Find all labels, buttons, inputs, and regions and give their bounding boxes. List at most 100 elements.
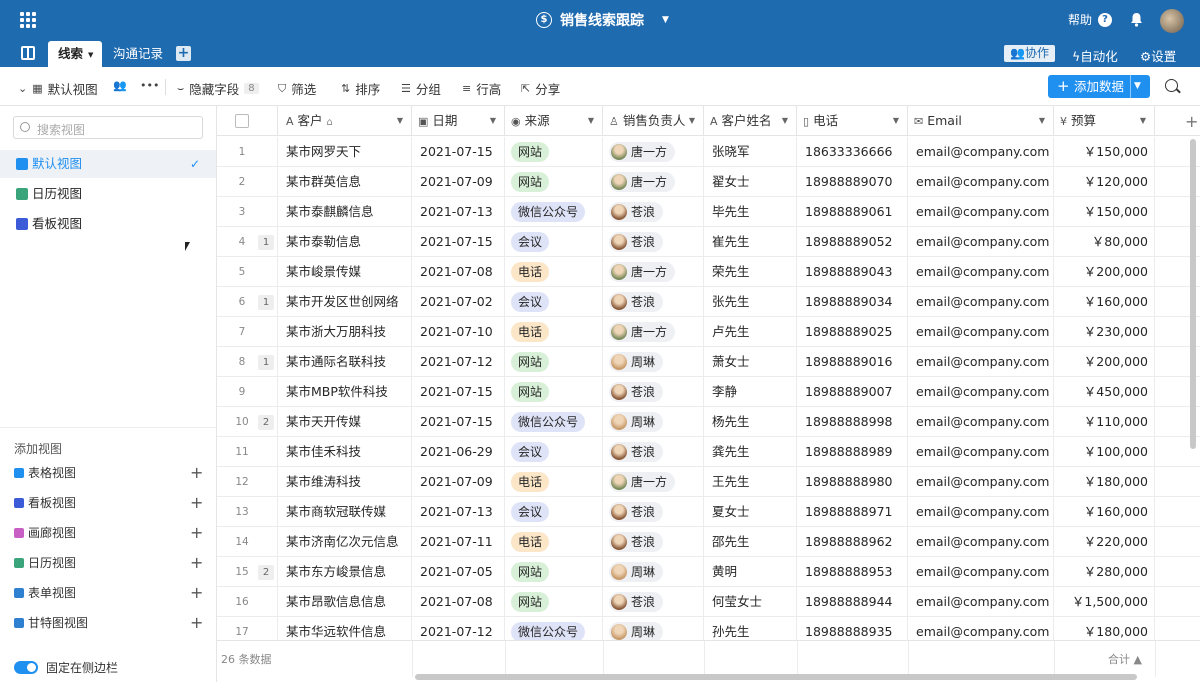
cell-customer[interactable]: 某市天开传媒	[278, 407, 412, 437]
cell-phone[interactable]: 18988888971	[797, 497, 908, 527]
cell-owner[interactable]: 唐一方	[603, 137, 704, 167]
chevron-down-icon[interactable]: ▼	[1039, 106, 1045, 136]
chevron-down-icon[interactable]: ▼	[490, 106, 496, 136]
add-tab-button[interactable]: +	[176, 46, 191, 61]
cell-customer[interactable]: 某市浙大万朋科技	[278, 317, 412, 347]
add-column-icon[interactable]: +	[1185, 112, 1198, 131]
view-search-input[interactable]: 搜索视图	[13, 116, 203, 139]
table-row[interactable]: 12 某市维涛科技 2021-07-09 电话 唐一方 王先生 18988888980 ema…	[217, 467, 1200, 497]
table-row[interactable]: 1 某市网罗天下 2021-07-15 网站 唐一方 张晓军 18633336666 emai…	[217, 137, 1200, 167]
sidebar-view-item[interactable]: 看板视图	[0, 210, 216, 238]
add-view-item[interactable]: 表单视图 +	[0, 581, 216, 605]
cell-name[interactable]: 何莹女士	[704, 587, 797, 617]
table-row[interactable]: 11 某市佳禾科技 2021-06-29 会议 苍浪 龚先生 18988888989 emai…	[217, 437, 1200, 467]
cell-source[interactable]: 会议	[505, 497, 603, 527]
cell-email[interactable]: email@company.com	[908, 527, 1054, 557]
comment-count-badge[interactable]: 1	[258, 235, 274, 250]
vertical-scrollbar[interactable]	[1190, 139, 1196, 449]
tab-communication[interactable]: 沟通记录	[113, 41, 163, 67]
filter-button[interactable]: ⛉ 筛选	[278, 79, 316, 98]
plus-icon[interactable]: +	[190, 611, 203, 635]
cell-date[interactable]: 2021-07-05	[412, 557, 505, 587]
cell-email[interactable]: email@company.com	[908, 437, 1054, 467]
table-row[interactable]: 16 某市昂歌信息信息 2021-07-08 网站 苍浪 何莹女士 18988888944 e…	[217, 587, 1200, 617]
cell-owner[interactable]: 唐一方	[603, 257, 704, 287]
cell-email[interactable]: email@company.com	[908, 377, 1054, 407]
cell-name[interactable]: 黄明	[704, 557, 797, 587]
add-view-item[interactable]: 甘特图视图 +	[0, 611, 216, 635]
cell-source[interactable]: 电话	[505, 467, 603, 497]
cell-budget[interactable]: ￥160,000	[1054, 287, 1155, 317]
plus-icon[interactable]: +	[190, 521, 203, 545]
search-icon[interactable]	[1165, 79, 1178, 92]
add-data-button[interactable]: + 添加数据 ▼	[1048, 75, 1150, 98]
cell-email[interactable]: email@company.com	[908, 167, 1054, 197]
cell-email[interactable]: email@company.com	[908, 257, 1054, 287]
cell-source[interactable]: 网站	[505, 167, 603, 197]
cell-phone[interactable]: 18988888953	[797, 557, 908, 587]
cell-source[interactable]: 微信公众号	[505, 197, 603, 227]
sum-selector[interactable]: 合计 ▲	[1108, 651, 1142, 667]
cell-phone[interactable]: 18988889025	[797, 317, 908, 347]
help-button[interactable]: 帮助 ?	[1068, 11, 1113, 28]
cell-phone[interactable]: 18988889061	[797, 197, 908, 227]
cell-budget[interactable]: ￥200,000	[1054, 257, 1155, 287]
cell-source[interactable]: 网站	[505, 557, 603, 587]
cell-date[interactable]: 2021-07-11	[412, 527, 505, 557]
cell-budget[interactable]: ￥150,000	[1054, 197, 1155, 227]
cell-customer[interactable]: 某市MBP软件科技	[278, 377, 412, 407]
cell-owner[interactable]: 苍浪	[603, 587, 704, 617]
cell-customer[interactable]: 某市群英信息	[278, 167, 412, 197]
cell-name[interactable]: 邵先生	[704, 527, 797, 557]
chevron-down-icon[interactable]: ▼	[689, 106, 695, 136]
table-row[interactable]: 10 2 某市天开传媒 2021-07-15 微信公众号 周琳 杨先生 18988888998…	[217, 407, 1200, 437]
table-row[interactable]: 9 某市MBP软件科技 2021-07-15 网站 苍浪 李静 18988889007 ema…	[217, 377, 1200, 407]
cell-email[interactable]: email@company.com	[908, 227, 1054, 257]
chevron-down-icon[interactable]: ▼	[662, 15, 669, 25]
cell-date[interactable]: 2021-07-15	[412, 377, 505, 407]
toggle-switch[interactable]	[14, 661, 38, 674]
chevron-down-icon[interactable]: ▼	[588, 106, 594, 136]
sidebar-view-item[interactable]: 默认视图 ✓	[0, 150, 216, 178]
cell-phone[interactable]: 18988889007	[797, 377, 908, 407]
add-view-item[interactable]: 画廊视图 +	[0, 521, 216, 545]
comment-count-badge[interactable]: 1	[258, 355, 274, 370]
col-customer[interactable]: A 客户 ⌂ ▼	[278, 106, 412, 136]
cell-email[interactable]: email@company.com	[908, 587, 1054, 617]
plus-icon[interactable]: +	[190, 551, 203, 575]
cell-owner[interactable]: 周琳	[603, 557, 704, 587]
cell-owner[interactable]: 苍浪	[603, 497, 704, 527]
horizontal-scrollbar[interactable]	[415, 674, 1137, 680]
cell-source[interactable]: 会议	[505, 287, 603, 317]
app-title-menu[interactable]: $ 销售线索跟踪 ▼	[536, 10, 669, 30]
cell-name[interactable]: 翟女士	[704, 167, 797, 197]
cell-name[interactable]: 荣先生	[704, 257, 797, 287]
cell-customer[interactable]: 某市开发区世创网络	[278, 287, 412, 317]
hide-fields-button[interactable]: ⌣ 隐藏字段 8	[177, 79, 259, 98]
cell-source[interactable]: 微信公众号	[505, 407, 603, 437]
cell-owner[interactable]: 苍浪	[603, 227, 704, 257]
cell-date[interactable]: 2021-07-09	[412, 167, 505, 197]
col-name[interactable]: A 客户姓名 ▼	[704, 106, 797, 136]
cell-phone[interactable]: 18988888962	[797, 527, 908, 557]
cell-date[interactable]: 2021-07-09	[412, 467, 505, 497]
cell-date[interactable]: 2021-07-15	[412, 137, 505, 167]
cell-email[interactable]: email@company.com	[908, 347, 1054, 377]
cell-name[interactable]: 卢先生	[704, 317, 797, 347]
cell-source[interactable]: 电话	[505, 257, 603, 287]
cell-budget[interactable]: ￥80,000	[1054, 227, 1155, 257]
cell-owner[interactable]: 唐一方	[603, 467, 704, 497]
cell-owner[interactable]: 唐一方	[603, 167, 704, 197]
cell-phone[interactable]: 18988888944	[797, 587, 908, 617]
cell-budget[interactable]: ￥120,000	[1054, 167, 1155, 197]
sidebar-toggle-icon[interactable]	[21, 46, 35, 60]
cell-owner[interactable]: 苍浪	[603, 377, 704, 407]
chevron-down-icon[interactable]: ▼	[893, 106, 899, 136]
chevron-down-icon[interactable]: ▼	[397, 106, 403, 136]
cell-source[interactable]: 网站	[505, 587, 603, 617]
cell-customer[interactable]: 某市峻景传媒	[278, 257, 412, 287]
row-height-button[interactable]: ≡ 行高	[462, 79, 501, 98]
cell-email[interactable]: email@company.com	[908, 317, 1054, 347]
cell-source[interactable]: 网站	[505, 347, 603, 377]
cell-owner[interactable]: 苍浪	[603, 437, 704, 467]
